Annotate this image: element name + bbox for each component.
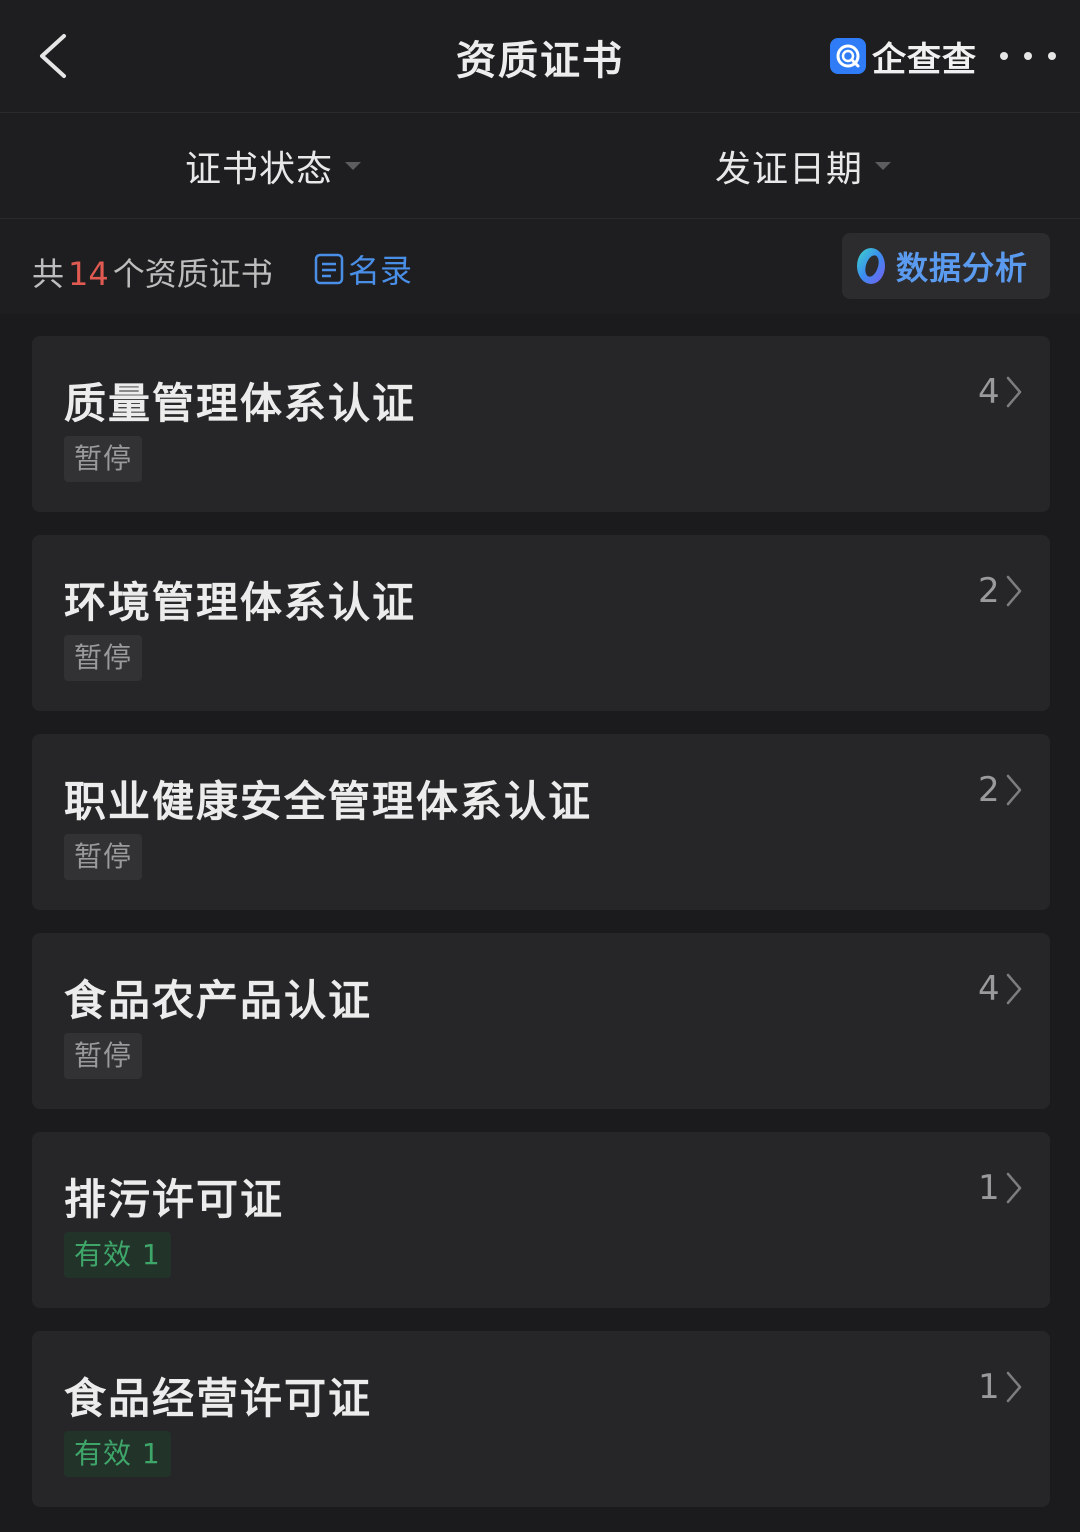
chevron-right-icon	[1006, 774, 1022, 806]
chevron-right-icon	[1006, 575, 1022, 607]
certificate-count: 4	[978, 969, 1000, 1009]
certificate-name: 食品农产品认证	[64, 976, 373, 1025]
chevron-right-icon	[1006, 1172, 1022, 1204]
certificate-name: 食品经营许可证	[64, 1374, 373, 1423]
top-navigation-bar: 资质证书 企查查	[0, 0, 1080, 113]
filter-label: 发证日期	[715, 149, 864, 190]
roster-link[interactable]: 名录	[314, 247, 412, 291]
caret-down-icon	[345, 162, 362, 170]
brand-link[interactable]: 企查查	[830, 36, 977, 80]
brand-name: 企查查	[872, 39, 977, 80]
certificate-name: 环境管理体系认证	[64, 578, 417, 627]
roster-list-icon	[314, 253, 344, 285]
more-icon[interactable]	[1000, 40, 1056, 72]
summary-prefix: 共	[32, 255, 65, 293]
status-badge: 暂停	[64, 436, 143, 482]
summary-suffix: 个资质证书	[112, 255, 273, 293]
status-badge: 有效 1	[64, 1431, 171, 1477]
certificate-count: 2	[978, 770, 1000, 810]
chevron-right-icon	[1006, 1371, 1022, 1403]
filter-issue-date[interactable]: 发证日期	[715, 143, 892, 190]
certificate-card[interactable]: 排污许可证有效 1 1	[32, 1132, 1050, 1308]
certificate-count: 2	[978, 571, 1000, 611]
chevron-right-icon	[1006, 376, 1022, 408]
certificate-card[interactable]: 职业健康安全管理体系认证 暂停 2	[32, 734, 1050, 910]
summary-count: 14	[68, 255, 109, 293]
filter-certificate-status[interactable]: 证书状态	[185, 143, 362, 190]
certificate-card[interactable]: 食品经营许可证 有效 1 1	[32, 1331, 1050, 1507]
certificate-name: 排污许可证	[64, 1175, 285, 1224]
status-badge: 有效 1	[64, 1232, 171, 1278]
certificate-name: 质量管理体系认证	[64, 379, 417, 428]
certificate-card[interactable]: 质量管理体系认证 暂停 4	[32, 336, 1050, 512]
more-dot	[1000, 52, 1008, 60]
data-analysis-button[interactable]: 数据分析	[842, 233, 1050, 299]
status-badge: 暂停	[64, 1033, 143, 1079]
certificate-list: 质量管理体系认证 暂停 4 环境管理体系认证 暂停 2 职业健康安全管理体系认证 暂停 2 食品农…	[32, 336, 1050, 1530]
certificate-card[interactable]: 环境管理体系认证 暂停 2	[32, 535, 1050, 711]
summary-bar: 共 14 个资质证书 名录 数据分析	[0, 219, 1080, 314]
certificate-count: 4	[978, 372, 1000, 412]
status-badge: 暂停	[64, 635, 143, 681]
caret-down-icon	[875, 162, 892, 170]
roster-label: 名录	[348, 252, 413, 290]
filter-label: 证书状态	[185, 149, 334, 190]
more-dot	[1024, 52, 1032, 60]
data-analysis-icon	[857, 248, 885, 284]
filter-bar: 证书状态 发证日期	[0, 113, 1080, 219]
data-analysis-label: 数据分析	[896, 249, 1029, 287]
certificate-count: 1	[978, 1367, 1000, 1407]
brand-logo-icon	[830, 38, 866, 74]
chevron-right-icon	[1006, 973, 1022, 1005]
certificate-card[interactable]: 食品农产品认证 暂停 4	[32, 933, 1050, 1109]
status-badge: 暂停	[64, 834, 143, 880]
certificate-name: 职业健康安全管理体系认证	[64, 777, 593, 826]
more-dot	[1048, 52, 1056, 60]
certificate-total: 共 14 个资质证书	[32, 249, 273, 295]
certificate-count: 1	[978, 1168, 1000, 1208]
